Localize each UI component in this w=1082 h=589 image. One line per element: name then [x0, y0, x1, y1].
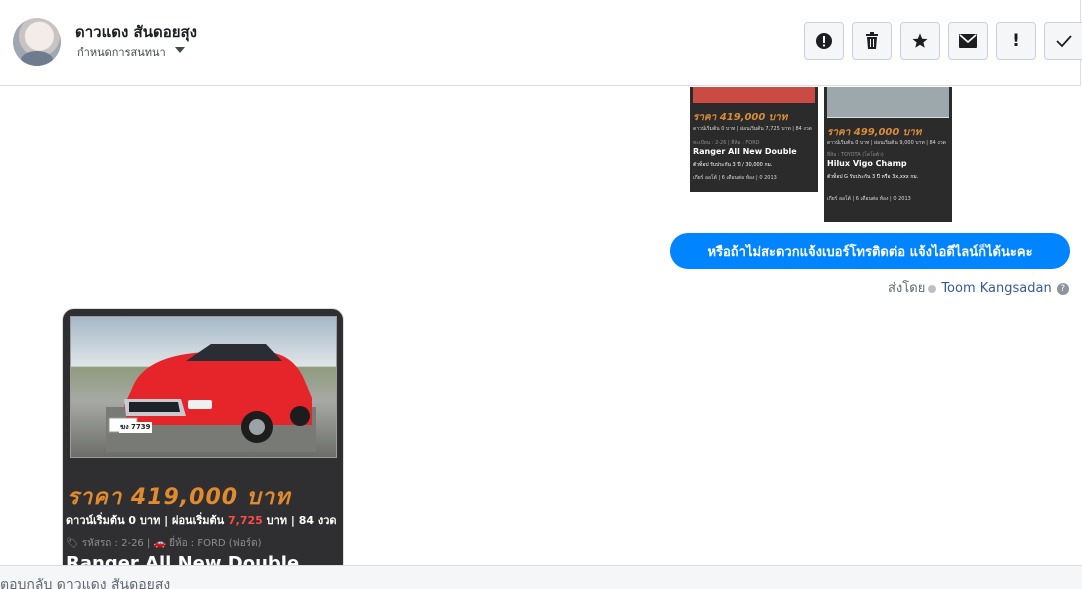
reply-composer[interactable]: ตอบกลับ ดาวแดง สันดอยสุง — [0, 565, 1082, 589]
incoming-car-ad-card[interactable]: ฆง 7739 ราคา 419,000 บาท ดาวน์เริ่มต้น 0… — [62, 308, 344, 565]
exclamation-icon: ! — [1012, 31, 1020, 51]
car-ad-card-hilux[interactable]: ราคา 499,000 บาท ดาวน์เริ่มต้น 0 บาท | ผ… — [824, 87, 952, 222]
help-icon[interactable]: ? — [1056, 282, 1069, 295]
verified-icon — [928, 284, 937, 293]
trash-icon — [866, 32, 878, 49]
car-warranty: ตัวท็อป G รับประกัน 3 ปี หรือ 3x,xxx กม. — [827, 174, 919, 180]
car-tags: 🏷 รหัสรถ : 2-26 | 🚗 ยี่ห้อ : FORD (ฟอร์ด… — [66, 538, 262, 549]
outgoing-message-bubble[interactable]: หรือถ้าไม่สะดวกแจ้งเบอร์โทรติดต่อ แจ้งไอ… — [670, 233, 1070, 269]
car-tags: ยี่ห้อ : TOYOTA (โตโยต้า) — [827, 152, 884, 158]
car-price: ราคา 499,000 บาท — [827, 127, 922, 138]
car-photo: ฆง 7739 — [70, 316, 337, 458]
car-photo — [827, 87, 949, 118]
car-price: ราคา 419,000 บาท — [693, 112, 788, 123]
finance-text-end: บาท | 84 งวด — [262, 514, 337, 527]
checkmark-icon — [1055, 35, 1072, 48]
sent-by-label: ส่งโดย — [888, 281, 926, 296]
monthly-payment: 7,725 — [227, 514, 263, 527]
delete-button[interactable] — [852, 22, 892, 60]
car-tags: ทะเบียน : 2-26 | ยี่ห้อ : FORD — [693, 140, 760, 146]
envelope-icon — [959, 34, 977, 48]
sent-by-line: ส่งโดย Toom Kangsadan? — [888, 277, 1069, 298]
star-icon — [912, 33, 928, 48]
car-photo — [693, 87, 815, 103]
assign-dropdown-icon[interactable] — [175, 47, 185, 53]
finance-text: ดาวน์เริ่มต้น 0 บาท | ผ่อนเริ่มต้น — [66, 514, 228, 527]
alert-circle-icon — [816, 33, 832, 49]
car-finance: ดาวน์เริ่มต้น 0 บาท | ผ่อนเริ่มต้น 7,725… — [693, 126, 812, 132]
reply-input-placeholder[interactable]: ตอบกลับ ดาวแดง สันดอยสุง — [0, 574, 170, 589]
mark-spam-button[interactable] — [804, 22, 844, 60]
assign-conversation-label[interactable]: กำหนดการสนทนา — [77, 43, 166, 61]
mark-done-button[interactable] — [1044, 22, 1082, 60]
contact-avatar[interactable] — [13, 18, 61, 66]
car-finance: ดาวน์เริ่มต้น 0 บาท | ผ่อนเริ่มต้น 9,000… — [827, 140, 946, 146]
car-title: Ranger All New Double — [66, 553, 300, 565]
conversation-header: ดาวแดง สันดอยสุง กำหนดการสนทนา ! — [0, 0, 1082, 86]
important-button[interactable]: ! — [996, 22, 1036, 60]
contact-name[interactable]: ดาวแดง สันดอยสุง — [75, 20, 197, 44]
license-plate: ฆง 7739 — [119, 422, 152, 433]
car-price: ราคา 419,000 บาท — [67, 485, 291, 510]
car-finance: ดาวน์เริ่มต้น 0 บาท | ผ่อนเริ่มต้น 7,725… — [66, 511, 337, 529]
car-title: Hilux Vigo Champ — [827, 159, 907, 168]
car-ad-card-ranger[interactable]: ราคา 419,000 บาท ดาวน์เริ่มต้น 0 บาท | ผ… — [690, 87, 818, 192]
red-pickup-truck-image — [106, 344, 316, 452]
star-button[interactable] — [900, 22, 940, 60]
car-footer: เกียร์ ออโต้ | 6 เดือนต่อ ท้อง | 0 2013 — [693, 175, 777, 181]
mark-unread-button[interactable] — [948, 22, 988, 60]
car-footer: เกียร์ ออโต้ | 6 เดือนต่อ ท้อง | 0 2013 — [827, 196, 911, 202]
message-thread[interactable]: ราคา 419,000 บาท ดาวน์เริ่มต้น 0 บาท | ผ… — [0, 87, 1082, 565]
car-title: Ranger All New Double — [693, 147, 797, 156]
car-warranty: ตัวท็อป รับประกัน 3 ปี / 30,000 กม. — [693, 162, 773, 168]
agent-name-link[interactable]: Toom Kangsadan — [941, 281, 1051, 296]
